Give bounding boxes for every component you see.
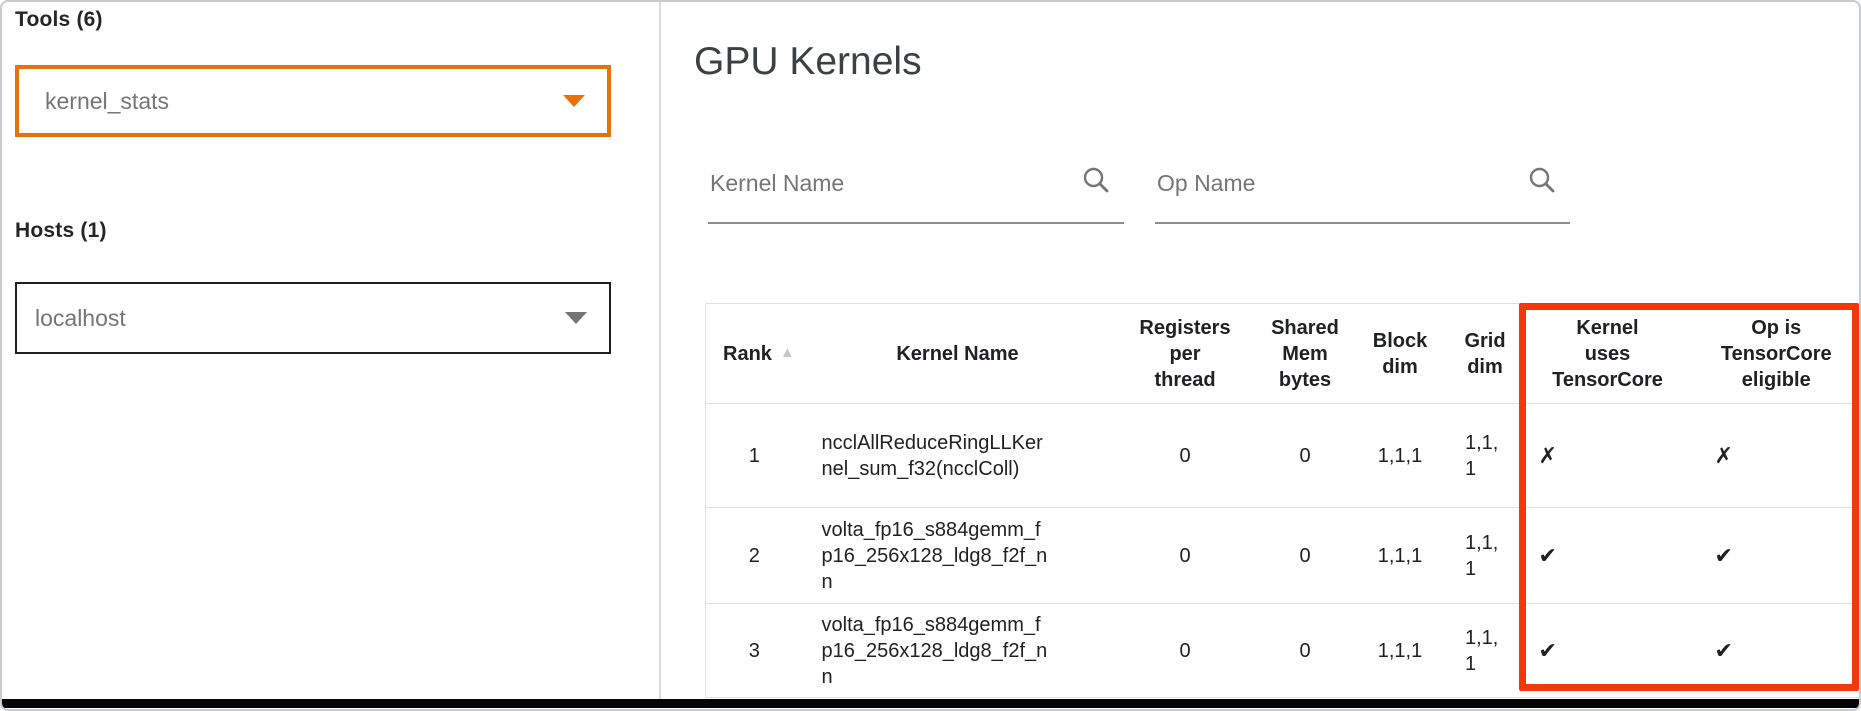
chevron-down-icon <box>565 312 587 324</box>
table-row: 3 volta_fp16_s884gemm_fp16_256x128_ldg8_… <box>706 604 1861 698</box>
cell-rank: 1 <box>706 404 803 508</box>
table-header-row: Rank▲ Kernel Name Registers per thread S… <box>706 304 1861 404</box>
cell-kernel-name: ncclAllReduceRingLLKernel_sum_f32(ncclCo… <box>803 404 1113 508</box>
cell-block-dim: 1,1,1 <box>1353 404 1448 508</box>
table-row: 1 ncclAllReduceRingLLKernel_sum_f32(nccl… <box>706 404 1861 508</box>
sidebar-divider <box>659 2 661 701</box>
cell-shared-mem-bytes: 0 <box>1258 508 1353 604</box>
cell-block-dim: 1,1,1 <box>1353 508 1448 604</box>
column-header-shared-mem-bytes[interactable]: Shared Mem bytes <box>1258 304 1353 404</box>
cell-registers-per-thread: 0 <box>1113 508 1258 604</box>
tools-section-label: Tools (6) <box>15 8 103 32</box>
column-header-rank[interactable]: Rank▲ <box>706 304 803 404</box>
table-row: 2 volta_fp16_s884gemm_fp16_256x128_ldg8_… <box>706 508 1861 604</box>
page-title: GPU Kernels <box>694 40 922 84</box>
column-header-kernel-name[interactable]: Kernel Name <box>803 304 1113 404</box>
profiler-window: Tools (6) kernel_stats Hosts (1) localho… <box>0 0 1861 711</box>
cell-rank: 2 <box>706 508 803 604</box>
chevron-down-icon <box>563 95 585 107</box>
cell-rank: 3 <box>706 604 803 698</box>
kernel-name-input[interactable] <box>708 150 1124 222</box>
cell-kernel-uses-tensorcore: ✔ <box>1523 508 1693 604</box>
cell-kernel-name: volta_fp16_s884gemm_fp16_256x128_ldg8_f2… <box>803 604 1113 698</box>
cell-op-is-tensorcore-eligible: ✗ <box>1693 404 1861 508</box>
column-header-registers-per-thread[interactable]: Registers per thread <box>1113 304 1258 404</box>
tools-select[interactable]: kernel_stats <box>15 65 611 137</box>
bottom-bar <box>2 699 1859 708</box>
cell-shared-mem-bytes: 0 <box>1258 604 1353 698</box>
cell-kernel-name: volta_fp16_s884gemm_fp16_256x128_ldg8_f2… <box>803 508 1113 604</box>
op-name-filter <box>1155 150 1570 224</box>
cell-op-is-tensorcore-eligible: ✔ <box>1693 508 1861 604</box>
cell-registers-per-thread: 0 <box>1113 604 1258 698</box>
cell-op-is-tensorcore-eligible: ✔ <box>1693 604 1861 698</box>
tools-selected-value: kernel_stats <box>45 88 169 115</box>
hosts-select[interactable]: localhost <box>15 282 611 354</box>
cell-kernel-uses-tensorcore: ✔ <box>1523 604 1693 698</box>
gpu-kernels-table: Rank▲ Kernel Name Registers per thread S… <box>705 303 1861 698</box>
op-name-input[interactable] <box>1155 150 1570 222</box>
kernel-name-filter <box>708 150 1124 224</box>
column-header-op-is-tensorcore-eligible[interactable]: Op is TensorCore eligible <box>1693 304 1861 404</box>
hosts-section-label: Hosts (1) <box>15 219 107 243</box>
cell-registers-per-thread: 0 <box>1113 404 1258 508</box>
cell-kernel-uses-tensorcore: ✗ <box>1523 404 1693 508</box>
cell-shared-mem-bytes: 0 <box>1258 404 1353 508</box>
column-header-block-dim[interactable]: Block dim <box>1353 304 1448 404</box>
sort-ascending-icon: ▲ <box>780 344 795 361</box>
column-header-grid-dim[interactable]: Grid dim <box>1448 304 1523 404</box>
cell-grid-dim: 1,1,1 <box>1448 604 1523 698</box>
cell-grid-dim: 1,1,1 <box>1448 404 1523 508</box>
cell-grid-dim: 1,1,1 <box>1448 508 1523 604</box>
column-header-kernel-uses-tensorcore[interactable]: Kernel uses TensorCore <box>1523 304 1693 404</box>
hosts-selected-value: localhost <box>35 305 126 332</box>
cell-block-dim: 1,1,1 <box>1353 604 1448 698</box>
